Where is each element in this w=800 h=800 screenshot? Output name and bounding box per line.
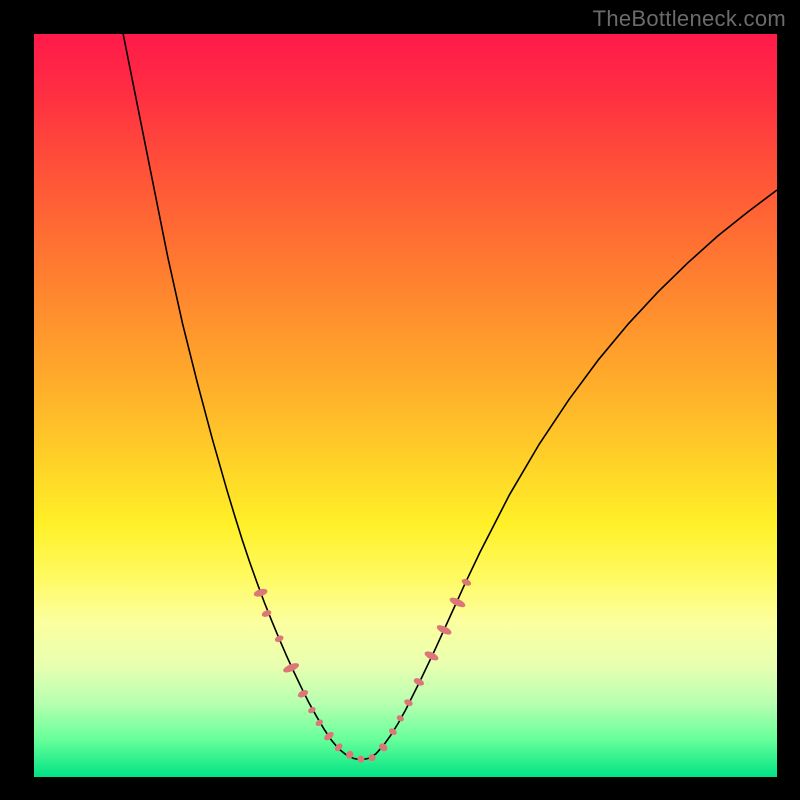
highlight-marker	[423, 649, 440, 662]
watermark-text: TheBottleneck.com	[593, 6, 786, 32]
highlight-marker	[357, 755, 365, 763]
highlight-marker	[396, 714, 405, 723]
highlight-marker	[282, 661, 300, 674]
gradient-plot-area	[34, 34, 777, 777]
chart-frame: TheBottleneck.com	[0, 0, 800, 800]
curve-group	[123, 34, 777, 760]
highlight-marker	[253, 587, 268, 598]
highlight-marker	[403, 698, 414, 707]
marker-group	[253, 578, 472, 764]
highlight-marker	[388, 727, 398, 736]
bottleneck-curve	[123, 34, 777, 760]
highlight-marker	[274, 634, 285, 643]
curve-svg	[34, 34, 777, 777]
highlight-marker	[323, 730, 336, 742]
highlight-marker	[413, 677, 426, 688]
highlight-marker	[448, 596, 466, 610]
highlight-marker	[435, 623, 452, 636]
